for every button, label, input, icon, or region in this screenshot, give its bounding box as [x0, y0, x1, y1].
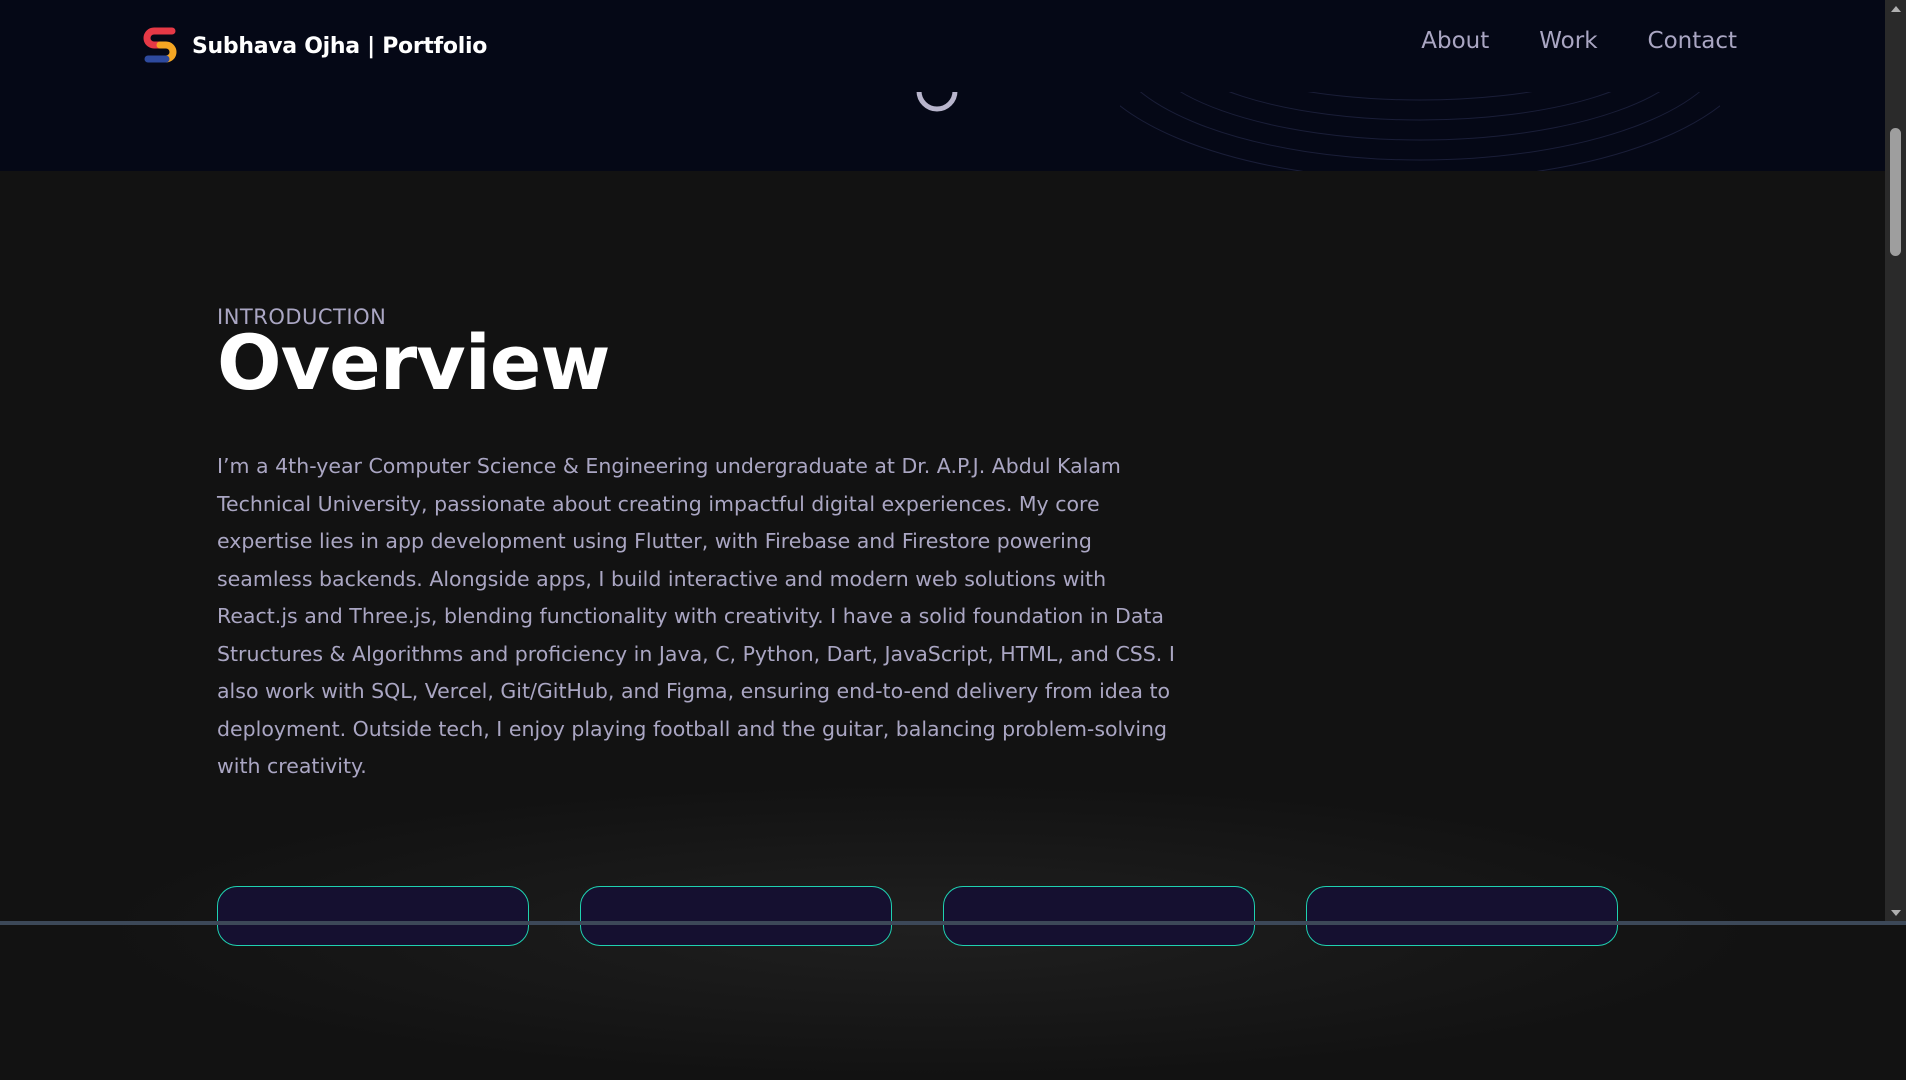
overview-paragraph: I’m a 4th-year Computer Science & Engine… — [217, 454, 1175, 778]
service-card[interactable] — [217, 886, 529, 946]
nav-menu: About Work Contact — [1421, 28, 1737, 54]
scroll-up-arrow-icon[interactable] — [1885, 0, 1906, 17]
brand-suffix: | Portfolio — [359, 33, 488, 59]
top-navbar: Subhava Ojha | Portfolio About Work Cont… — [0, 0, 1885, 92]
scroll-down-arrow-icon[interactable] — [1885, 904, 1906, 921]
service-card[interactable] — [580, 886, 892, 946]
nav-link-work[interactable]: Work — [1539, 28, 1597, 54]
section-title: Overview — [217, 318, 611, 407]
window-bottom-edge — [0, 921, 1906, 925]
nav-link-about[interactable]: About — [1421, 28, 1489, 54]
service-card[interactable] — [943, 886, 1255, 946]
brand-name: Subhava Ojha — [192, 33, 360, 59]
service-card[interactable] — [1306, 886, 1618, 946]
s-logo-icon — [143, 27, 177, 63]
nav-link-contact[interactable]: Contact — [1648, 28, 1737, 54]
brand-title: Subhava Ojha | Portfolio — [192, 34, 487, 59]
page-scrollbar[interactable] — [1885, 0, 1906, 925]
brand-home-link[interactable]: Subhava Ojha | Portfolio — [142, 25, 487, 67]
scrollbar-thumb[interactable] — [1890, 128, 1901, 256]
